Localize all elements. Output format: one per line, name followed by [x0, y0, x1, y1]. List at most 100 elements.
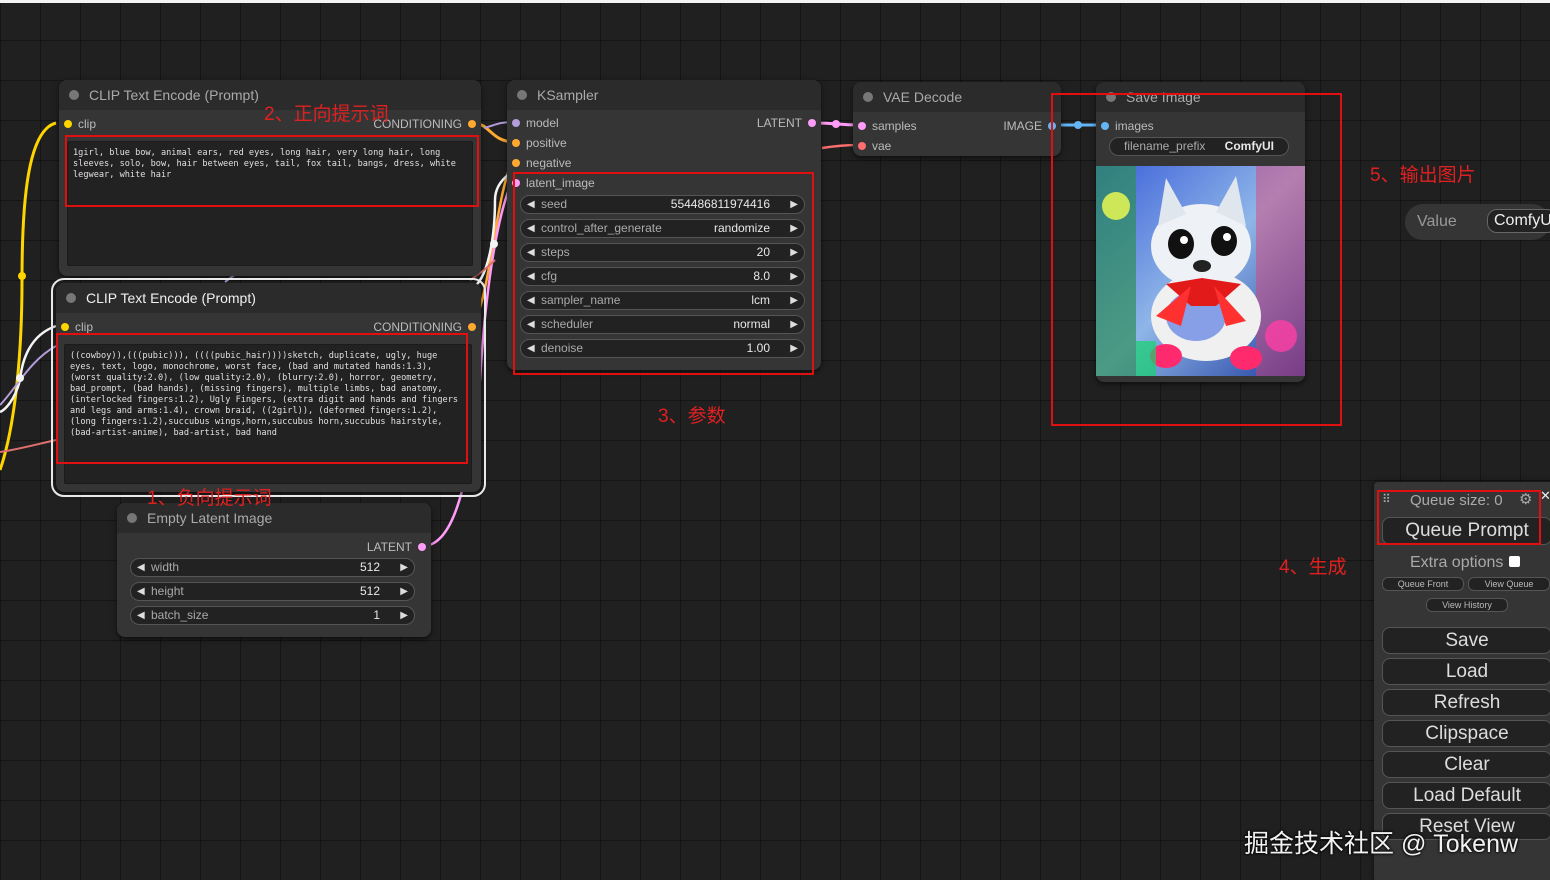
increment-arrow-icon[interactable]: ▶: [790, 268, 798, 285]
input-slot-latent-image[interactable]: latent_image: [512, 175, 595, 191]
increment-arrow-icon[interactable]: ▶: [400, 607, 408, 624]
increment-arrow-icon[interactable]: ▶: [790, 292, 798, 309]
widget-label: filename_prefix: [1124, 139, 1206, 153]
decrement-arrow-icon[interactable]: ◀: [137, 583, 145, 600]
ksampler-node[interactable]: KSampler model positive negative latent_…: [507, 80, 821, 370]
slot-dot-icon[interactable]: [64, 120, 72, 128]
decrement-arrow-icon[interactable]: ◀: [527, 244, 535, 261]
close-icon[interactable]: ✕: [1540, 488, 1550, 504]
value-widget-pill[interactable]: Value ComfyU: [1405, 204, 1550, 240]
queue-front-button[interactable]: Queue Front: [1382, 577, 1464, 591]
input-slot-vae[interactable]: vae: [858, 138, 891, 154]
clip-text-encode-negative-node[interactable]: CLIP Text Encode (Prompt) clip CONDITION…: [51, 278, 486, 497]
slot-dot-icon[interactable]: [61, 323, 69, 331]
slot-dot-icon[interactable]: [468, 323, 476, 331]
positive-prompt-textarea[interactable]: 1girl, blue bow, animal ears, red eyes, …: [67, 141, 473, 266]
input-slot-model[interactable]: model: [512, 115, 559, 131]
collapse-dot-icon[interactable]: [863, 92, 873, 102]
drag-handle-icon[interactable]: ⠿: [1382, 492, 1391, 506]
clipspace-button[interactable]: Clipspace: [1382, 720, 1550, 747]
collapse-dot-icon[interactable]: [69, 90, 79, 100]
slot-label: samples: [872, 119, 917, 133]
decrement-arrow-icon[interactable]: ◀: [527, 220, 535, 237]
increment-arrow-icon[interactable]: ▶: [790, 340, 798, 357]
seed-widget[interactable]: ◀ seed 554486811974416 ▶: [520, 195, 805, 214]
width-widget[interactable]: ◀ width 512 ▶: [130, 558, 415, 577]
slot-dot-icon[interactable]: [512, 119, 520, 127]
output-slot-latent[interactable]: LATENT: [757, 115, 816, 131]
refresh-button[interactable]: Refresh: [1382, 689, 1550, 716]
node-header[interactable]: KSampler: [507, 80, 821, 110]
queue-prompt-button[interactable]: Queue Prompt: [1382, 517, 1550, 545]
input-slot-samples[interactable]: samples: [858, 118, 917, 134]
node-header[interactable]: Save Image: [1096, 82, 1305, 112]
widget-label: seed: [541, 197, 568, 211]
settings-gear-icon[interactable]: ⚙: [1519, 490, 1532, 508]
decrement-arrow-icon[interactable]: ◀: [527, 268, 535, 285]
decrement-arrow-icon[interactable]: ◀: [527, 340, 535, 357]
collapse-dot-icon[interactable]: [127, 513, 137, 523]
steps-widget[interactable]: ◀ steps 20 ▶: [520, 243, 805, 262]
clear-button[interactable]: Clear: [1382, 751, 1550, 778]
collapse-dot-icon[interactable]: [517, 90, 527, 100]
view-queue-button[interactable]: View Queue: [1468, 577, 1550, 591]
decrement-arrow-icon[interactable]: ◀: [137, 607, 145, 624]
decrement-arrow-icon[interactable]: ◀: [527, 316, 535, 333]
increment-arrow-icon[interactable]: ▶: [790, 244, 798, 261]
decrement-arrow-icon[interactable]: ◀: [527, 292, 535, 309]
input-slot-clip[interactable]: clip: [64, 116, 96, 132]
output-slot-latent[interactable]: LATENT: [367, 539, 426, 555]
value-field[interactable]: ComfyU: [1487, 209, 1550, 233]
annotation-negative: 1、负向提示词: [147, 488, 272, 509]
height-widget[interactable]: ◀ height 512 ▶: [130, 582, 415, 601]
increment-arrow-icon[interactable]: ▶: [790, 220, 798, 237]
vae-decode-node[interactable]: VAE Decode samples vae IMAGE: [853, 82, 1061, 156]
filename-prefix-widget[interactable]: filename_prefix ComfyUI: [1109, 137, 1289, 156]
slot-dot-icon[interactable]: [512, 139, 520, 147]
slot-dot-icon[interactable]: [512, 179, 520, 187]
slot-label: clip: [78, 117, 97, 131]
node-header[interactable]: CLIP Text Encode (Prompt): [56, 283, 481, 313]
widget-label: cfg: [541, 269, 558, 283]
slot-dot-icon[interactable]: [858, 122, 866, 130]
empty-latent-image-node[interactable]: Empty Latent Image LATENT ◀ width 512 ▶ …: [117, 503, 431, 637]
load-default-button[interactable]: Load Default: [1382, 782, 1550, 809]
increment-arrow-icon[interactable]: ▶: [790, 196, 798, 213]
collapse-dot-icon[interactable]: [1106, 92, 1116, 102]
decrement-arrow-icon[interactable]: ◀: [527, 196, 535, 213]
input-slot-negative[interactable]: negative: [512, 155, 571, 171]
widget-value: 512: [359, 584, 380, 598]
slot-dot-icon[interactable]: [1101, 122, 1109, 130]
scheduler-widget[interactable]: ◀ scheduler normal ▶: [520, 315, 805, 334]
slot-dot-icon[interactable]: [1048, 122, 1056, 130]
input-slot-positive[interactable]: positive: [512, 135, 567, 151]
negative-prompt-textarea[interactable]: ((cowboy)),(((pubic))), ((((pubic_hair))…: [64, 344, 472, 484]
increment-arrow-icon[interactable]: ▶: [790, 316, 798, 333]
slot-dot-icon[interactable]: [468, 120, 476, 128]
collapse-dot-icon[interactable]: [66, 293, 76, 303]
denoise-widget[interactable]: ◀ denoise 1.00 ▶: [520, 339, 805, 358]
input-slot-clip[interactable]: clip: [61, 319, 93, 335]
queue-menu-panel[interactable]: ⠿ Queue size: 0 ⚙ ✕ Queue Prompt Extra o…: [1374, 482, 1550, 880]
output-image-preview[interactable]: [1096, 166, 1305, 376]
node-header[interactable]: VAE Decode: [853, 82, 1061, 112]
sampler-name-widget[interactable]: ◀ sampler_name lcm ▶: [520, 291, 805, 310]
input-slot-images[interactable]: images: [1101, 118, 1154, 134]
increment-arrow-icon[interactable]: ▶: [400, 559, 408, 576]
slot-dot-icon[interactable]: [808, 119, 816, 127]
increment-arrow-icon[interactable]: ▶: [400, 583, 408, 600]
output-slot-conditioning[interactable]: CONDITIONING: [373, 319, 476, 335]
slot-dot-icon[interactable]: [418, 543, 426, 551]
control-after-generate-widget[interactable]: ◀ control_after_generate randomize ▶: [520, 219, 805, 238]
cfg-widget[interactable]: ◀ cfg 8.0 ▶: [520, 267, 805, 286]
load-button[interactable]: Load: [1382, 658, 1550, 685]
batch-size-widget[interactable]: ◀ batch_size 1 ▶: [130, 606, 415, 625]
slot-dot-icon[interactable]: [858, 142, 866, 150]
view-history-button[interactable]: View History: [1426, 598, 1508, 612]
save-button[interactable]: Save: [1382, 627, 1550, 654]
extra-options-checkbox[interactable]: [1509, 556, 1520, 567]
output-slot-image[interactable]: IMAGE: [1003, 118, 1056, 134]
save-image-node[interactable]: Save Image images filename_prefix ComfyU…: [1096, 82, 1305, 382]
decrement-arrow-icon[interactable]: ◀: [137, 559, 145, 576]
slot-dot-icon[interactable]: [512, 159, 520, 167]
